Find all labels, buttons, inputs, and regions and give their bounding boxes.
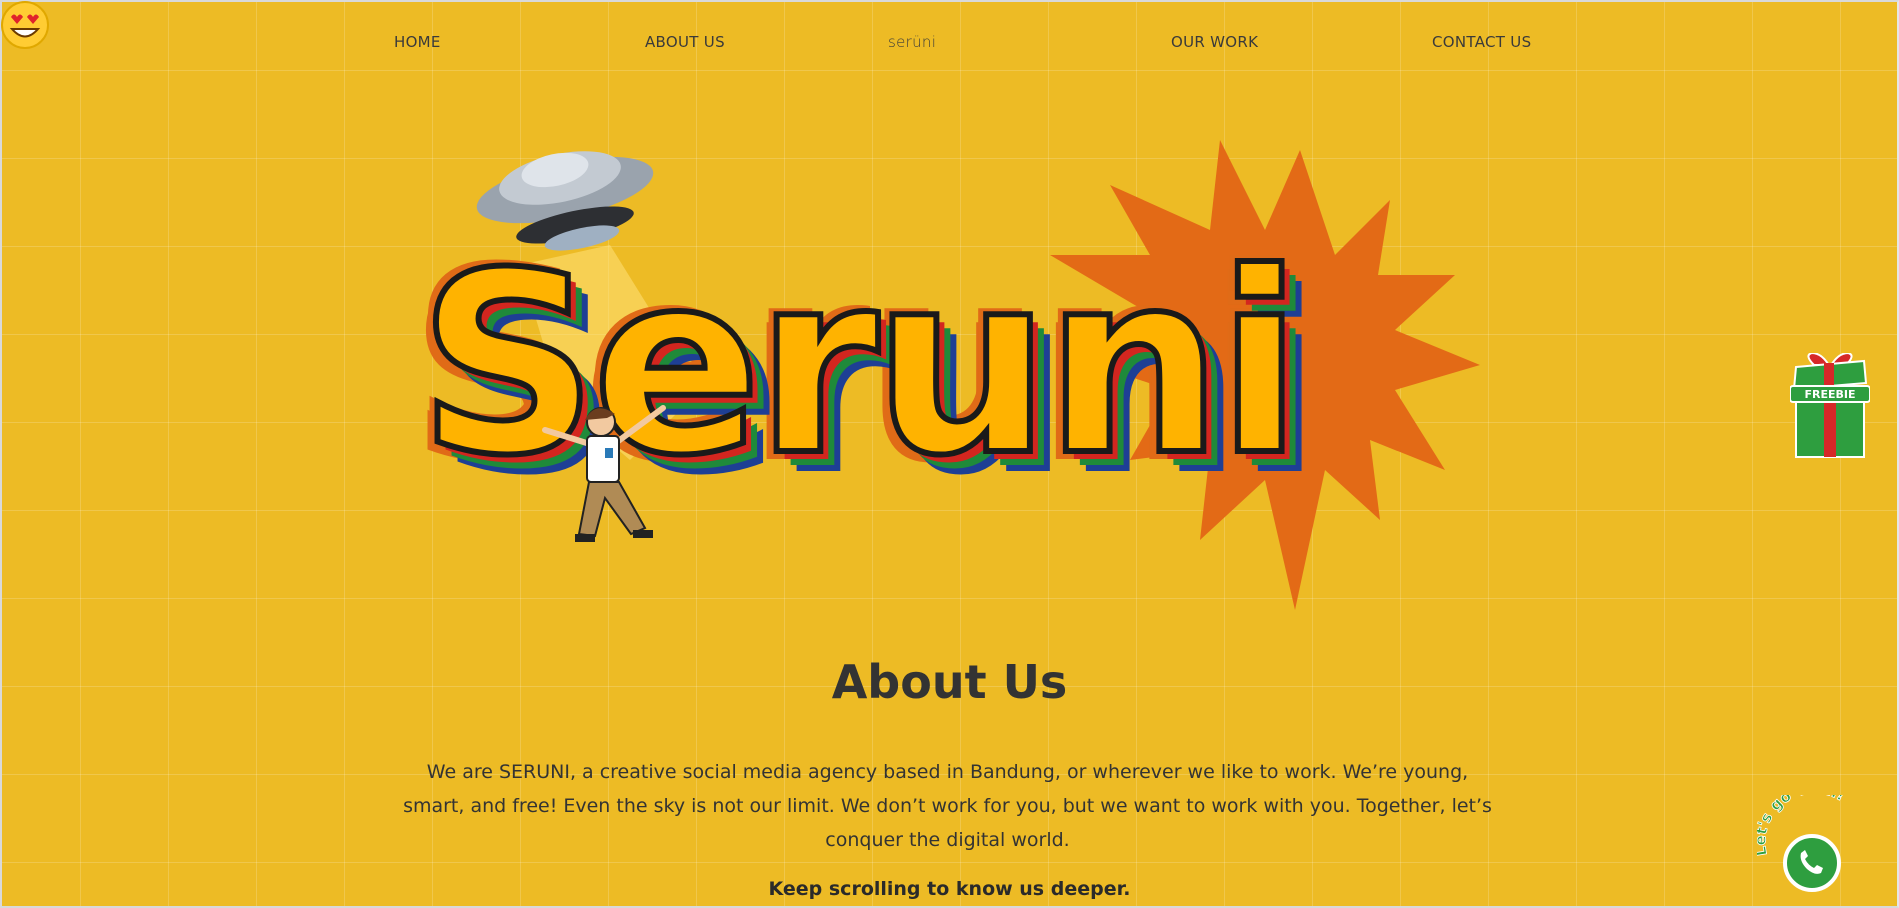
hero: Seruni	[0, 0, 1899, 640]
top-nav: HOME ABOUT US serüni OUR WORK CONTACT US	[0, 0, 1899, 84]
freebie-gift-button[interactable]: FREEBIE	[1790, 353, 1870, 465]
whatsapp-icon	[1783, 834, 1841, 892]
person-illustration	[542, 405, 666, 542]
freebie-label: FREEBIE	[1804, 388, 1855, 401]
whatsapp-button[interactable]: Let's go Viral!	[1757, 795, 1872, 895]
nav-work-link[interactable]: OUR WORK	[1171, 33, 1258, 51]
nav-contact-link[interactable]: CONTACT US	[1432, 33, 1531, 51]
nav-home-link[interactable]: HOME	[394, 33, 441, 51]
about-body: We are SERUNI, a creative social media a…	[403, 761, 1492, 851]
nav-logo[interactable]: serüni	[888, 33, 936, 51]
about-title: About Us	[831, 655, 1068, 709]
nav-about-link[interactable]: ABOUT US	[645, 33, 725, 51]
about-cta: Keep scrolling to know us deeper.	[768, 878, 1131, 900]
